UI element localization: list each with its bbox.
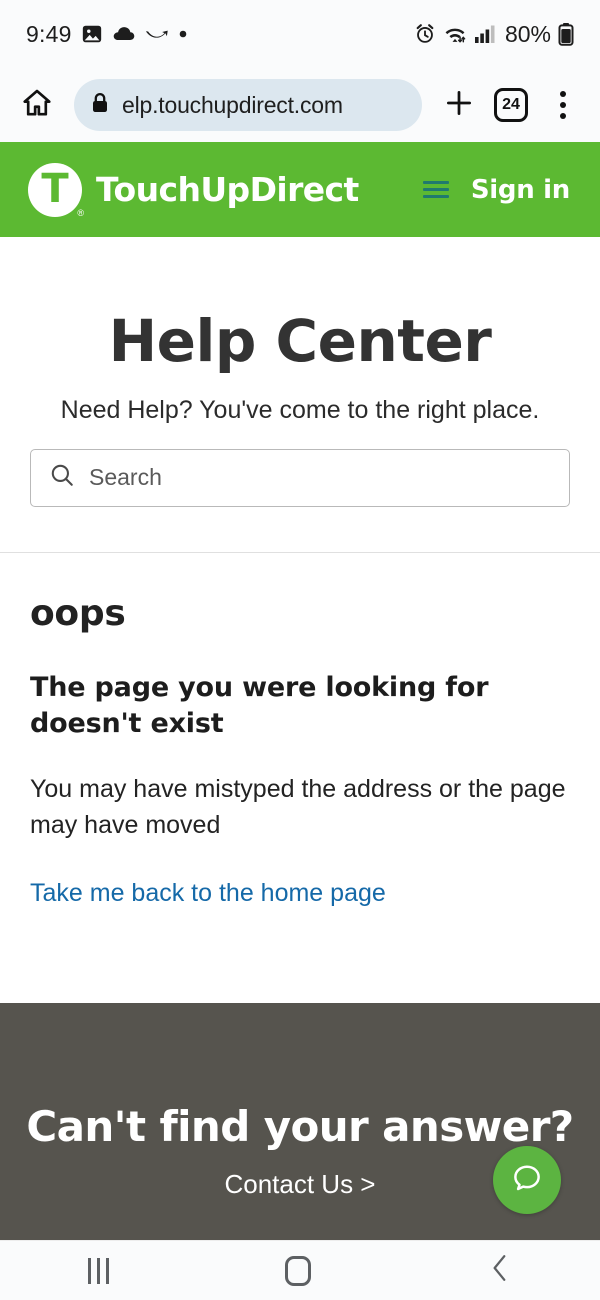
signal-icon bbox=[474, 24, 496, 44]
search-box[interactable] bbox=[30, 448, 570, 507]
dot-icon bbox=[178, 29, 188, 39]
battery-percent: 80% bbox=[504, 20, 551, 47]
home-button-nav[interactable] bbox=[285, 1255, 312, 1286]
image-icon bbox=[81, 23, 103, 45]
sign-in-link[interactable]: Sign in bbox=[471, 175, 570, 205]
cloud-icon bbox=[112, 25, 136, 43]
battery-icon bbox=[558, 22, 574, 46]
android-nav-bar bbox=[0, 1240, 600, 1300]
brand-logo[interactable]: T ® TouchUpDirect bbox=[28, 162, 359, 218]
status-bar-left: 9:49 bbox=[26, 21, 188, 48]
phone-screen: 9:49 80% elp.touchupdirect.com 24 T ® To… bbox=[0, 0, 600, 1300]
status-bar-right: 80% bbox=[414, 21, 574, 48]
brand-name: TouchUpDirect bbox=[96, 170, 359, 209]
recent-apps-button[interactable] bbox=[88, 1257, 110, 1284]
hero-section: Help Center Need Help? You've come to th… bbox=[0, 237, 600, 553]
home-icon bbox=[21, 87, 53, 124]
hamburger-icon[interactable] bbox=[422, 181, 449, 198]
logo-icon: T ® bbox=[28, 162, 84, 218]
swoosh-icon bbox=[145, 27, 169, 41]
error-section: oops The page you were looking for doesn… bbox=[0, 553, 600, 908]
error-heading: oops bbox=[30, 592, 126, 634]
tab-count: 24 bbox=[494, 88, 528, 122]
wifi-icon bbox=[443, 23, 467, 45]
search-input[interactable] bbox=[89, 464, 551, 492]
search-icon bbox=[49, 462, 75, 493]
contact-us-link[interactable]: Contact Us > bbox=[224, 1169, 375, 1200]
home-page-link[interactable]: Take me back to the home page bbox=[30, 879, 386, 908]
logo-letter: T bbox=[41, 165, 69, 212]
error-subheading: The page you were looking for doesn't ex… bbox=[30, 671, 489, 740]
chat-bubble-icon bbox=[508, 1159, 546, 1202]
alarm-icon bbox=[414, 23, 436, 45]
plus-icon bbox=[444, 88, 474, 123]
back-button[interactable] bbox=[488, 1253, 512, 1288]
new-tab-button[interactable] bbox=[436, 82, 482, 128]
footer-section: Can't find your answer? Contact Us > bbox=[0, 1003, 600, 1240]
kebab-menu-icon bbox=[560, 91, 566, 119]
url-bar[interactable]: elp.touchupdirect.com bbox=[74, 79, 422, 131]
footer-heading: Can't find your answer? bbox=[26, 1102, 574, 1151]
site-header: T ® TouchUpDirect Sign in bbox=[0, 142, 600, 237]
lock-icon bbox=[90, 92, 110, 119]
tab-switcher-button[interactable]: 24 bbox=[488, 82, 534, 128]
header-actions: Sign in bbox=[422, 175, 570, 205]
page-subtitle: Need Help? You've come to the right plac… bbox=[60, 395, 540, 424]
browser-menu-button[interactable] bbox=[540, 82, 586, 128]
error-body: You may have mistyped the address or the… bbox=[30, 774, 566, 840]
status-bar: 9:49 80% bbox=[0, 0, 600, 68]
page-title: Help Center bbox=[108, 307, 492, 375]
search-wrapper bbox=[0, 425, 600, 507]
browser-toolbar: elp.touchupdirect.com 24 bbox=[0, 68, 600, 142]
chat-button[interactable] bbox=[493, 1146, 561, 1214]
home-button[interactable] bbox=[14, 82, 60, 128]
url-text: elp.touchupdirect.com bbox=[122, 91, 343, 118]
status-time: 9:49 bbox=[26, 20, 72, 47]
registered-mark: ® bbox=[77, 207, 84, 218]
